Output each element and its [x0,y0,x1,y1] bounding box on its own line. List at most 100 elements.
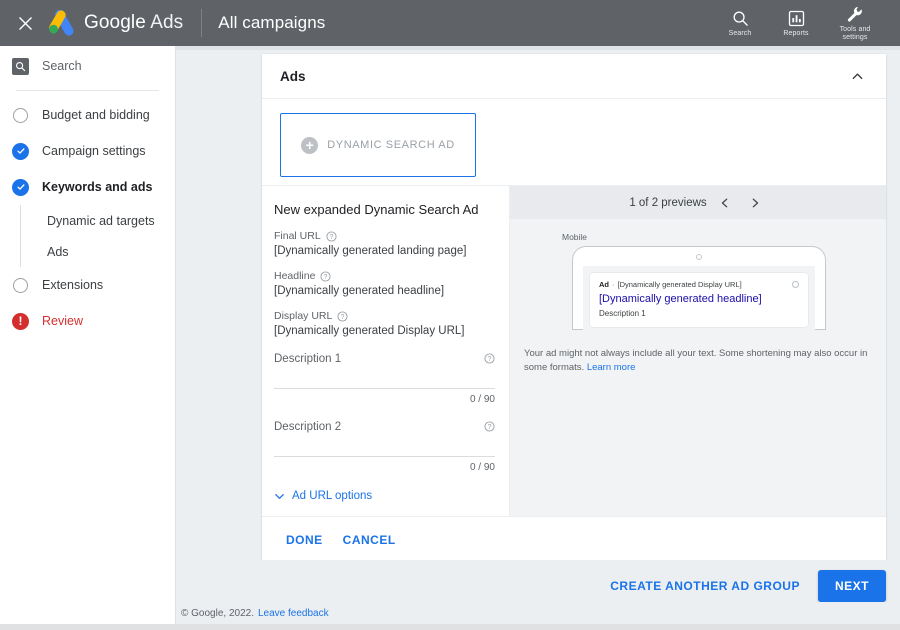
display-url-label-text: Display URL [274,310,333,322]
phone-screen: Ad · [Dynamically generated Display URL]… [583,266,815,330]
help-icon[interactable]: ? [320,270,331,282]
wizard-sidebar: Search Budget and bidding Campaign setti… [0,46,176,630]
empty-circle-icon [12,107,29,124]
sidebar-substep-label: Dynamic ad targets [47,213,155,228]
sidebar-item-ads[interactable]: Ads [20,236,175,267]
ads-card-header: Ads [262,54,886,99]
next-button[interactable]: NEXT [817,570,886,602]
preview-header: 1 of 2 previews [510,186,886,219]
search-box-icon [12,57,29,75]
empty-circle-icon [12,277,29,294]
done-button[interactable]: DONE [276,526,333,554]
google-ads-campaign-wizard: Google Ads All campaigns Search Reports … [0,0,900,630]
collapse-section-button[interactable] [844,63,870,89]
display-url-field: Display URL ? [Dynamically generated Dis… [274,310,495,337]
chevron-down-icon [275,493,284,499]
description-1-input[interactable]: Description 1 ? [274,353,495,389]
svg-text:?: ? [341,314,345,321]
topbar-tools-label: Tools and settings [839,25,871,42]
description-2-group: Description 2 ? 0 / 90 [274,421,495,473]
help-icon[interactable]: ? [484,353,495,364]
sidebar-item-budget-and-bidding[interactable]: Budget and bidding [0,97,175,133]
display-url-label: Display URL ? [274,310,495,322]
help-icon[interactable]: ? [337,310,348,322]
preview-disclaimer-text: Your ad might not always include all you… [524,348,868,373]
help-icon[interactable]: ? [326,230,337,242]
ad-editor-actions: DONE CANCEL [262,516,886,562]
chevron-left-icon [721,198,727,207]
close-icon [18,16,32,30]
google-ads-logo-icon [46,9,76,36]
headline-value: [Dynamically generated headline] [274,285,445,297]
sidebar-divider [16,90,159,91]
final-url-field: Final URL ? [Dynamically generated landi… [274,230,495,257]
sidebar-item-campaign-settings[interactable]: Campaign settings [0,133,175,169]
ads-card-title: Ads [280,68,306,84]
help-icon[interactable]: ? [484,421,495,432]
sidebar-substeps: Dynamic ad targets Ads [20,205,175,267]
headline-label: Headline ? [274,270,495,282]
topbar-search-action[interactable]: Search [712,0,768,46]
leave-feedback-link[interactable]: Leave feedback [258,608,329,619]
ad-type-zone: + DYNAMIC SEARCH AD [262,99,886,185]
sidebar-item-dynamic-ad-targets[interactable]: Dynamic ad targets [20,205,175,236]
topbar-reports-action[interactable]: Reports [768,0,824,46]
sidebar-item-keywords-and-ads[interactable]: Keywords and ads [0,169,175,205]
ad-preview-headline[interactable]: [Dynamically generated headline] [599,293,799,305]
main-content: Ads + DYNAMIC SEARCH AD New expanded Dyn… [176,46,900,602]
preview-prev-button[interactable] [713,191,737,215]
final-url-label-text: Final URL [274,230,321,242]
brand-text: Google Ads [84,12,183,34]
ad-preview-column: 1 of 2 previews Mobile Ad · [Dynamically… [510,186,886,516]
brand-logo-group[interactable]: Google Ads [46,9,183,36]
sidebar-item-label: Budget and bidding [42,108,150,122]
svg-text:?: ? [329,234,333,241]
close-button[interactable] [8,0,42,46]
preview-counter: 1 of 2 previews [629,196,707,209]
sidebar-item-label: Campaign settings [42,144,146,158]
brand-secondary: Ads [150,12,184,33]
ad-preview-url-row: Ad · [Dynamically generated Display URL] [599,280,799,289]
preview-next-button[interactable] [743,191,767,215]
page-footer: © Google, 2022. Leave feedback [176,602,900,624]
plus-circle-icon: + [301,136,319,154]
create-another-ad-group-button[interactable]: CREATE ANOTHER AD GROUP [598,571,812,601]
learn-more-link[interactable]: Learn more [587,362,636,373]
topbar-reports-label: Reports [783,29,809,37]
wrench-tools-icon [846,4,864,23]
sidebar-item-extensions[interactable]: Extensions [0,267,175,303]
final-url-value: [Dynamically generated landing page] [274,245,467,257]
top-app-bar: Google Ads All campaigns Search Reports … [0,0,900,46]
ad-url-options-toggle[interactable]: Ad URL options [274,490,495,502]
ad-preview-description: Description 1 [599,309,646,318]
preview-device-label: Mobile [562,232,588,242]
page-bottom-strip [0,624,900,630]
topbar-tools-action[interactable]: Tools and settings [824,0,886,46]
ad-form-title: New expanded Dynamic Search Ad [274,202,479,217]
chevron-up-icon [852,72,862,79]
ad-url-options-label: Ad URL options [292,490,373,502]
ad-display-url: [Dynamically generated Display URL] [617,280,742,289]
description-2-placeholder: Description 2 [274,421,342,433]
sidebar-item-label: Keywords and ads [42,180,153,194]
svg-text:?: ? [488,356,492,363]
search-icon [732,8,749,27]
info-dot-icon[interactable] [792,281,799,288]
sidebar-item-label: Review [42,314,83,328]
sidebar-item-review[interactable]: ! Review [0,303,175,339]
ad-editor-split: New expanded Dynamic Search Ad Final URL… [262,185,886,516]
sidebar-search-label: Search [42,59,82,73]
topbar-actions: Search Reports Tools and settings [712,0,900,46]
description-2-input[interactable]: Description 2 ? [274,421,495,457]
check-circle-icon [12,142,29,160]
preview-body: Mobile Ad · [Dynamically generated Displ… [510,219,886,375]
preview-disclaimer: Your ad might not always include all you… [510,330,886,375]
copyright-text: © Google, 2022. [181,607,254,619]
dynamic-search-ad-button[interactable]: + DYNAMIC SEARCH AD [280,113,476,177]
ad-form-column: New expanded Dynamic Search Ad Final URL… [262,186,510,516]
cancel-button[interactable]: CANCEL [333,526,406,554]
sidebar-search[interactable]: Search [0,46,175,86]
description-1-placeholder: Description 1 [274,353,342,365]
reports-bar-chart-icon [788,8,805,27]
chevron-right-icon [752,198,758,207]
